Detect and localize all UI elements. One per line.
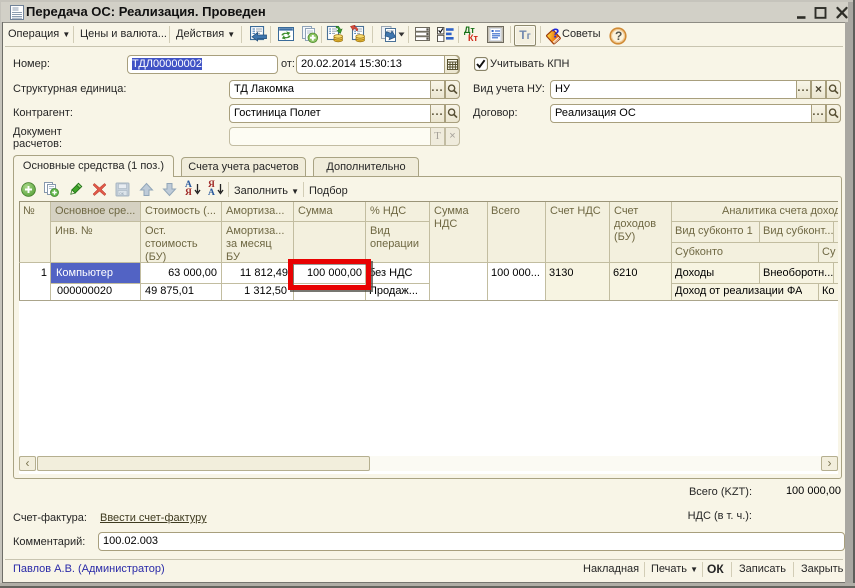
svg-text:?: ? xyxy=(615,29,622,43)
svg-text:?: ? xyxy=(552,26,560,41)
